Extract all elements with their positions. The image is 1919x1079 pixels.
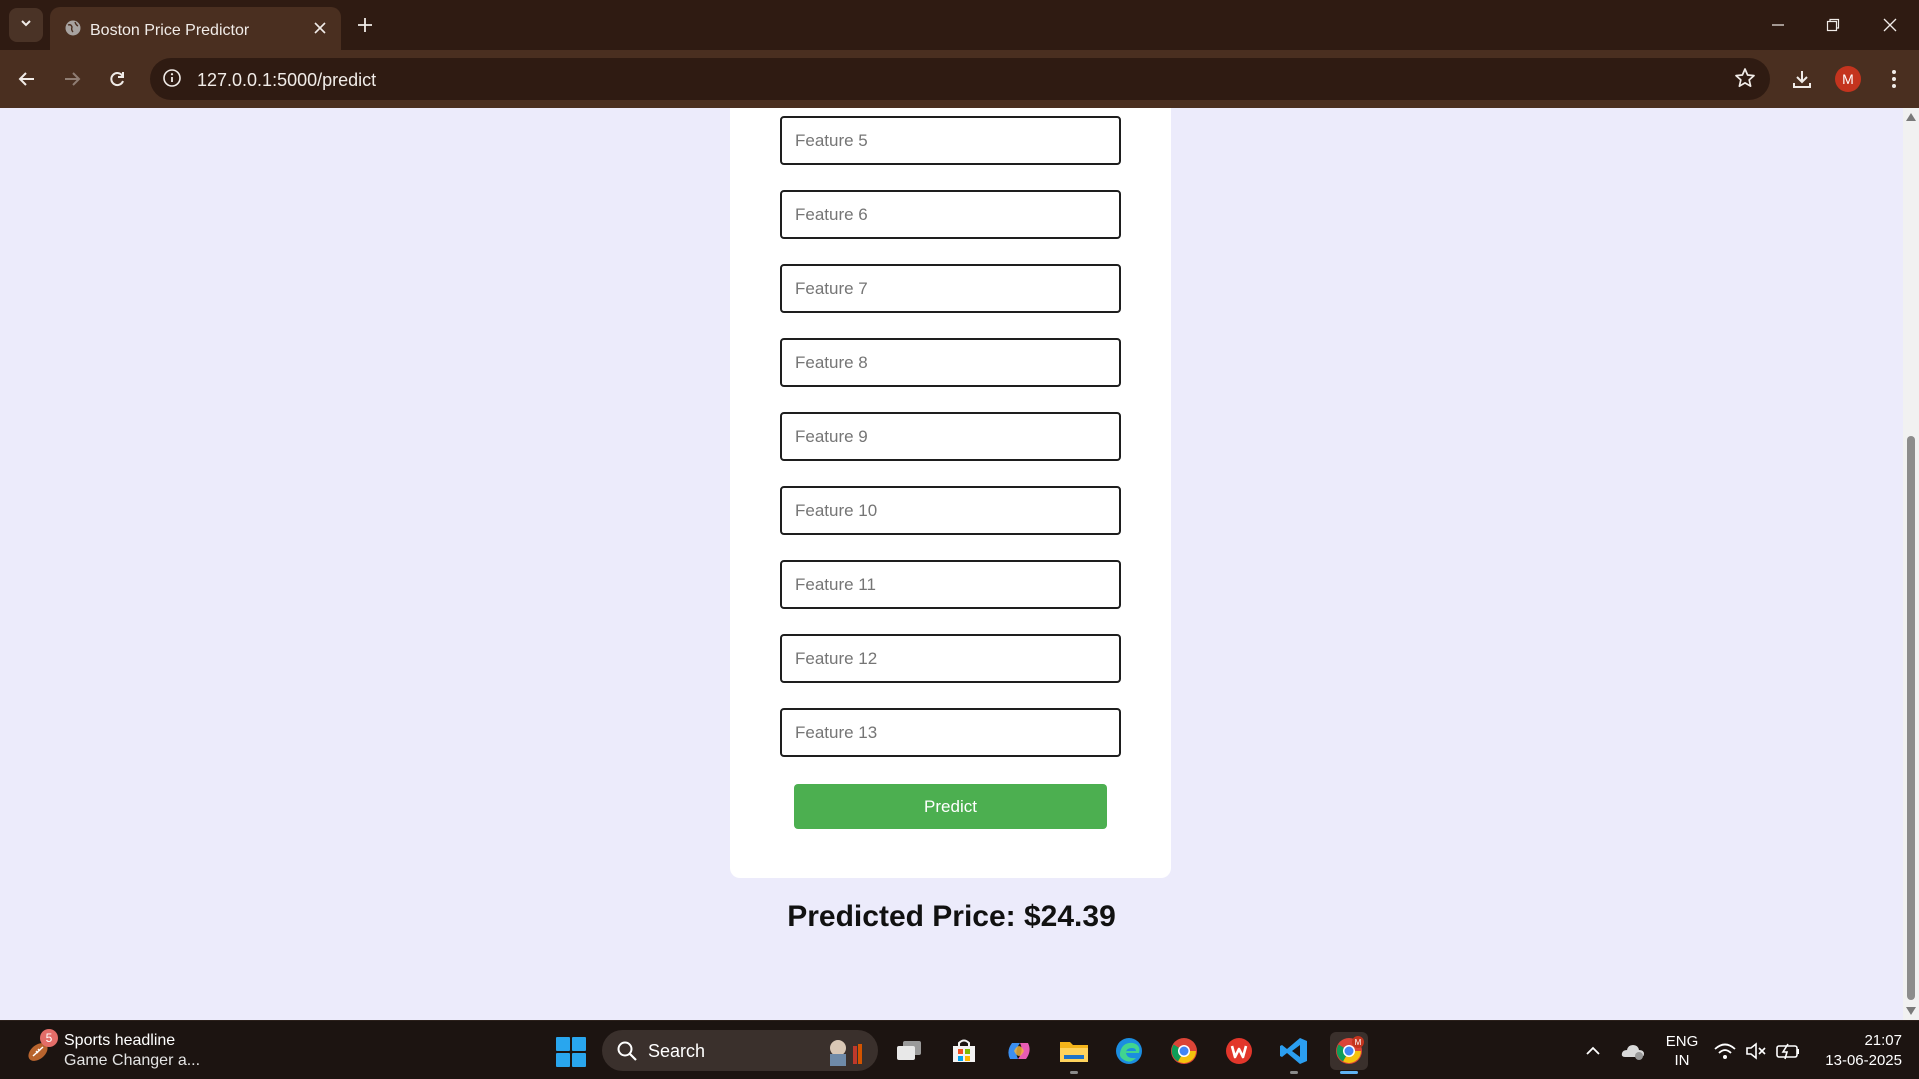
- windows-taskbar: 5 Sports headline Game Changer a... Sear…: [0, 1020, 1919, 1079]
- search-label: Search: [648, 1041, 706, 1061]
- download-icon: [1793, 71, 1811, 88]
- edge-button[interactable]: [1110, 1032, 1148, 1070]
- page-scrollbar[interactable]: [1903, 108, 1919, 1020]
- running-indicator: [1290, 1071, 1298, 1074]
- tab-search-button[interactable]: [9, 8, 43, 42]
- chrome-profile-icon: M: [1336, 1036, 1364, 1064]
- feature-7-input[interactable]: [780, 264, 1121, 313]
- active-indicator: [1340, 1071, 1358, 1074]
- more-vertical-icon: [1892, 70, 1896, 88]
- file-explorer-button[interactable]: [1055, 1032, 1093, 1074]
- vscode-icon: [1280, 1038, 1307, 1064]
- feature-8-input[interactable]: [780, 338, 1121, 387]
- site-info-icon[interactable]: [162, 68, 182, 93]
- close-icon: [1883, 18, 1897, 32]
- taskbar-search[interactable]: Search: [602, 1030, 878, 1071]
- wifi-icon: [1714, 1043, 1736, 1059]
- close-tab-icon[interactable]: [309, 17, 331, 39]
- feature-5-input[interactable]: [780, 116, 1121, 165]
- news-subtitle: Game Changer a...: [64, 1052, 201, 1069]
- bookmark-star-icon[interactable]: [1734, 67, 1756, 94]
- downloads-button[interactable]: [1784, 61, 1820, 97]
- feature-11-input[interactable]: [780, 560, 1121, 609]
- chrome-active-button[interactable]: M: [1330, 1032, 1368, 1074]
- close-window-button[interactable]: [1872, 10, 1908, 40]
- task-view-icon: [897, 1041, 921, 1060]
- language-code: ENG: [1665, 1033, 1699, 1050]
- globe-icon: [64, 19, 82, 42]
- scroll-down-arrow-icon[interactable]: [1906, 1007, 1916, 1015]
- browser-titlebar: Boston Price Predictor: [0, 0, 1919, 50]
- browser-toolbar: 127.0.0.1:5000/predict M: [0, 50, 1919, 108]
- vscode-button[interactable]: [1275, 1032, 1313, 1074]
- minimize-button[interactable]: [1760, 10, 1796, 40]
- browser-tab[interactable]: Boston Price Predictor: [50, 7, 341, 50]
- onedrive-button[interactable]: [1613, 1032, 1653, 1070]
- url-text[interactable]: 127.0.0.1:5000/predict: [197, 70, 376, 91]
- language-indicator[interactable]: ENG IN: [1664, 1032, 1700, 1070]
- start-button[interactable]: [556, 1037, 586, 1067]
- browser-menu-button[interactable]: [1876, 61, 1912, 97]
- restore-icon: [1826, 18, 1840, 32]
- new-tab-button[interactable]: [352, 12, 378, 38]
- scroll-up-arrow-icon[interactable]: [1906, 113, 1916, 121]
- predicted-price-text: Predicted Price: $24.39: [787, 900, 1116, 933]
- minimize-icon: [1772, 24, 1784, 26]
- store-icon: [953, 1039, 975, 1062]
- speaker-muted-icon: [1746, 1042, 1766, 1060]
- search-highlight-icon: [820, 1036, 872, 1066]
- running-indicator: [1070, 1071, 1078, 1074]
- news-headline: Sports headline: [64, 1032, 176, 1049]
- search-icon: [616, 1040, 638, 1067]
- copilot-icon: [1008, 1043, 1030, 1059]
- chrome-icon: [1171, 1038, 1197, 1064]
- chevron-up-icon: [1586, 1046, 1600, 1055]
- folder-icon: [1060, 1042, 1088, 1062]
- chrome-button[interactable]: [1165, 1032, 1203, 1070]
- address-bar[interactable]: 127.0.0.1:5000/predict: [150, 58, 1770, 100]
- page-viewport: Predict Predicted Price: $24.39: [0, 108, 1903, 1020]
- onedrive-cloud-icon: [1621, 1045, 1644, 1060]
- feature-10-input[interactable]: [780, 486, 1121, 535]
- feature-9-input[interactable]: [780, 412, 1121, 461]
- profile-avatar[interactable]: M: [1835, 66, 1861, 92]
- svg-text:M: M: [1355, 1038, 1362, 1047]
- quick-settings-button[interactable]: [1709, 1032, 1809, 1070]
- clock-time: 21:07: [1864, 1032, 1902, 1049]
- system-clock[interactable]: 21:07 13-06-2025: [1812, 1031, 1902, 1071]
- windows-logo-tile: [556, 1037, 570, 1051]
- prediction-form-card: Predict: [730, 108, 1171, 878]
- feature-6-input[interactable]: [780, 190, 1121, 239]
- wps-office-button[interactable]: [1220, 1032, 1258, 1070]
- feature-13-input[interactable]: [780, 708, 1121, 757]
- arrow-right-icon: [65, 72, 81, 86]
- scrollbar-thumb[interactable]: [1907, 436, 1915, 1000]
- region-code: IN: [1674, 1052, 1690, 1069]
- news-notification-badge: 5: [40, 1029, 58, 1047]
- back-button[interactable]: [9, 61, 45, 97]
- plus-icon: [358, 18, 372, 32]
- chevron-down-icon: [19, 16, 33, 35]
- tab-title: Boston Price Predictor: [90, 22, 250, 39]
- reload-icon: [110, 72, 124, 87]
- restore-button[interactable]: [1815, 10, 1851, 40]
- forward-button[interactable]: [54, 61, 90, 97]
- microsoft-store-button[interactable]: [945, 1032, 983, 1070]
- edge-icon: [1116, 1038, 1142, 1064]
- wps-icon: [1226, 1038, 1252, 1064]
- show-hidden-icons-button[interactable]: [1573, 1032, 1613, 1070]
- battery-charging-icon: [1776, 1043, 1799, 1060]
- feature-12-input[interactable]: [780, 634, 1121, 683]
- copilot-button[interactable]: [1000, 1032, 1038, 1070]
- arrow-left-icon: [18, 72, 34, 86]
- reload-button[interactable]: [99, 61, 135, 97]
- task-view-button[interactable]: [890, 1032, 928, 1070]
- predict-button[interactable]: Predict: [794, 784, 1107, 829]
- clock-date: 13-06-2025: [1825, 1052, 1902, 1069]
